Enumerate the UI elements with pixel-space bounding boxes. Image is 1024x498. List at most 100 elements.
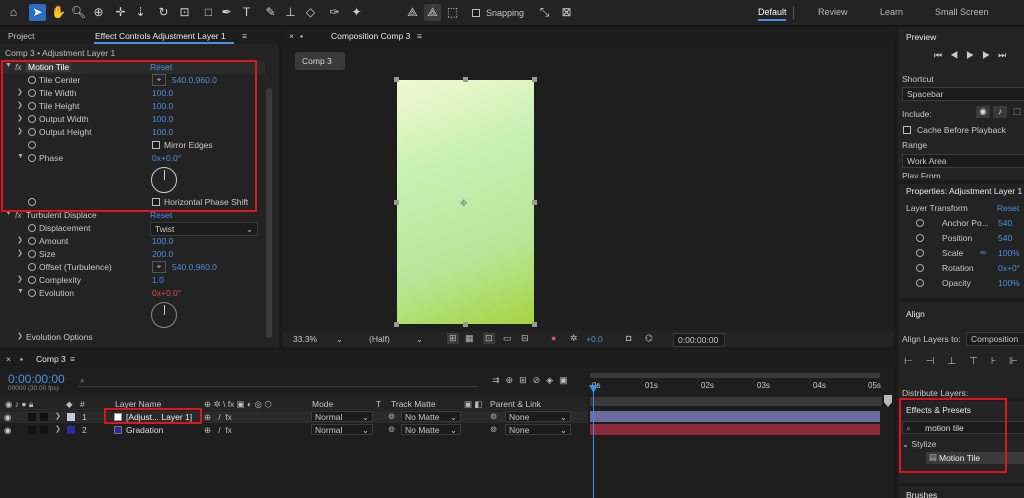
transform-reset[interactable]: Reset	[997, 203, 1019, 213]
pan-behind-tool-icon[interactable]: ⊡	[176, 4, 193, 21]
layer-mode-dropdown[interactable]: Normal ⌄	[311, 411, 373, 422]
eye-icon[interactable]: ◉	[4, 412, 11, 423]
chevron-right-icon[interactable]: ❯	[55, 425, 61, 433]
stopwatch-icon[interactable]	[28, 141, 36, 149]
selection-tool-icon[interactable]: ➤	[29, 4, 46, 21]
orbit-camera-icon[interactable]: ⊕	[90, 4, 107, 21]
prop-value[interactable]: 100.0	[152, 127, 173, 137]
home-icon[interactable]: ⌂	[5, 4, 22, 21]
col-parent-link[interactable]: Parent & Link	[490, 399, 541, 409]
transform-value[interactable]: 100%	[998, 278, 1020, 288]
timeline-search-input[interactable]: ⌕	[78, 375, 478, 387]
evolution-dial[interactable]	[151, 302, 177, 328]
transform-value[interactable]: 540	[998, 233, 1012, 243]
timeline-switch-icons[interactable]: ⇉⊕⊞⊘◈▣	[492, 375, 574, 386]
lock-icon[interactable]: ▪	[20, 354, 23, 364]
stopwatch-icon[interactable]	[28, 154, 36, 162]
chevron-right-icon[interactable]: ❯	[17, 88, 23, 96]
parent-pickwhip-icon[interactable]: ⊚	[490, 424, 497, 435]
fx-icon[interactable]: fx	[15, 62, 22, 72]
stopwatch-icon[interactable]	[28, 289, 36, 297]
close-icon[interactable]: ×	[6, 354, 11, 364]
tab-project[interactable]: Project	[8, 31, 34, 41]
color-channels-icon[interactable]: ●	[551, 333, 556, 343]
displacement-dropdown[interactable]: Twist ⌄	[150, 222, 258, 236]
prop-value[interactable]: 0x+0.0°	[152, 288, 181, 298]
stopwatch-icon[interactable]	[28, 102, 36, 110]
exposure-icon[interactable]: ✲	[570, 333, 578, 344]
chevron-right-icon[interactable]: ❯	[17, 101, 23, 109]
lock-icon[interactable]: ▪	[300, 31, 303, 41]
lock-toggle[interactable]	[40, 426, 48, 434]
local-axis-icon[interactable]: ⟁	[404, 4, 421, 21]
track-bar-layer-1[interactable]	[590, 411, 880, 422]
transform-handle[interactable]	[532, 322, 537, 327]
prop-value[interactable]: 100.0	[152, 88, 173, 98]
cache-checkbox[interactable]	[903, 126, 911, 134]
layer-label-color[interactable]	[67, 413, 75, 421]
workspace-learn[interactable]: Learn	[880, 7, 903, 17]
snap-feature-icon[interactable]: ⊠	[558, 4, 575, 21]
effect-name-motion-tile[interactable]: Motion Tile	[26, 62, 72, 72]
comp-end-marker[interactable]	[884, 395, 892, 407]
rotation-tool-icon[interactable]: ↻	[155, 4, 172, 21]
crosshair-icon[interactable]: ⌖	[152, 74, 166, 86]
dolly-camera-icon[interactable]: ⇣	[132, 4, 149, 21]
tab-menu-icon[interactable]: ≡	[70, 354, 75, 364]
prop-value[interactable]: 100.0	[152, 114, 173, 124]
stopwatch-icon[interactable]	[28, 250, 36, 258]
range-dropdown[interactable]: Work Area	[902, 154, 1024, 168]
chevron-down-icon[interactable]: ▼	[17, 288, 24, 295]
layer-mode-dropdown[interactable]: Normal ⌄	[311, 424, 373, 435]
chevron-right-icon[interactable]: ❯	[17, 236, 23, 244]
constrain-link-icon[interactable]: ∞	[980, 247, 986, 257]
eraser-tool-icon[interactable]: ◇	[302, 4, 319, 21]
stopwatch-icon[interactable]	[28, 198, 36, 206]
chevron-right-icon[interactable]: ❯	[17, 127, 23, 135]
parent-dropdown[interactable]: None ⌄	[505, 411, 571, 422]
transform-handle[interactable]	[394, 77, 399, 82]
stopwatch-icon[interactable]	[28, 89, 36, 97]
resolution-dropdown[interactable]: (Half) ⌄	[365, 333, 425, 345]
prop-evolution-options[interactable]: ❯ Evolution Options	[0, 331, 265, 344]
eye-icon[interactable]: ◉	[4, 425, 11, 436]
stopwatch-icon[interactable]	[28, 128, 36, 136]
exposure-value[interactable]: +0.0	[586, 334, 603, 344]
track-matte-pickwhip-icon[interactable]: ⊚	[388, 411, 395, 422]
stopwatch-icon[interactable]	[28, 276, 36, 284]
effect-turbulent-displace-header[interactable]: ▼ fx Turbulent Displace Reset	[0, 209, 265, 222]
transform-value[interactable]: 100%	[998, 248, 1020, 258]
transform-handle[interactable]	[394, 322, 399, 327]
clone-stamp-tool-icon[interactable]: ⊥	[282, 4, 299, 21]
anchor-point-icon[interactable]: ✥	[460, 198, 468, 209]
brush-tool-icon[interactable]: ✎	[262, 4, 279, 21]
transform-handle[interactable]	[532, 200, 537, 205]
tab-timeline[interactable]: Comp 3	[36, 354, 66, 364]
layer-switches[interactable]: ⊕ / fx	[204, 412, 232, 423]
chevron-down-icon[interactable]: ▼	[5, 210, 12, 217]
comp-timecode[interactable]: 0:00:00:00	[673, 333, 725, 347]
stopwatch-icon[interactable]	[916, 234, 924, 242]
col-layer-name[interactable]: Layer Name	[115, 399, 161, 409]
chevron-right-icon[interactable]: ❯	[17, 249, 23, 257]
stopwatch-icon[interactable]	[916, 264, 924, 272]
lock-toggle[interactable]	[40, 413, 48, 421]
transparency-grid-icon[interactable]: ▦	[465, 333, 474, 344]
playhead-line[interactable]	[593, 385, 594, 498]
timeline-timecode[interactable]: 0:00:00:00	[8, 372, 65, 386]
close-icon[interactable]: ×	[289, 31, 294, 41]
stopwatch-icon[interactable]	[28, 76, 36, 84]
solo-toggle[interactable]	[28, 413, 36, 421]
fx-icon[interactable]: fx	[15, 210, 22, 220]
chevron-down-icon[interactable]: ▼	[17, 153, 24, 160]
prop-value[interactable]: 200.0	[152, 249, 173, 259]
snapping-checkbox[interactable]	[472, 9, 480, 17]
phase-dial[interactable]	[151, 167, 177, 193]
hand-tool-icon[interactable]: ✋	[50, 4, 67, 21]
grid-guides-icon[interactable]: ⊟	[521, 333, 529, 344]
effect-reset-link[interactable]: Reset	[150, 62, 172, 72]
stopwatch-icon[interactable]	[28, 224, 36, 232]
stopwatch-icon[interactable]	[28, 115, 36, 123]
snapshot-camera-icon[interactable]: ◘	[626, 333, 631, 343]
horizontal-phase-shift-checkbox[interactable]	[152, 198, 160, 206]
